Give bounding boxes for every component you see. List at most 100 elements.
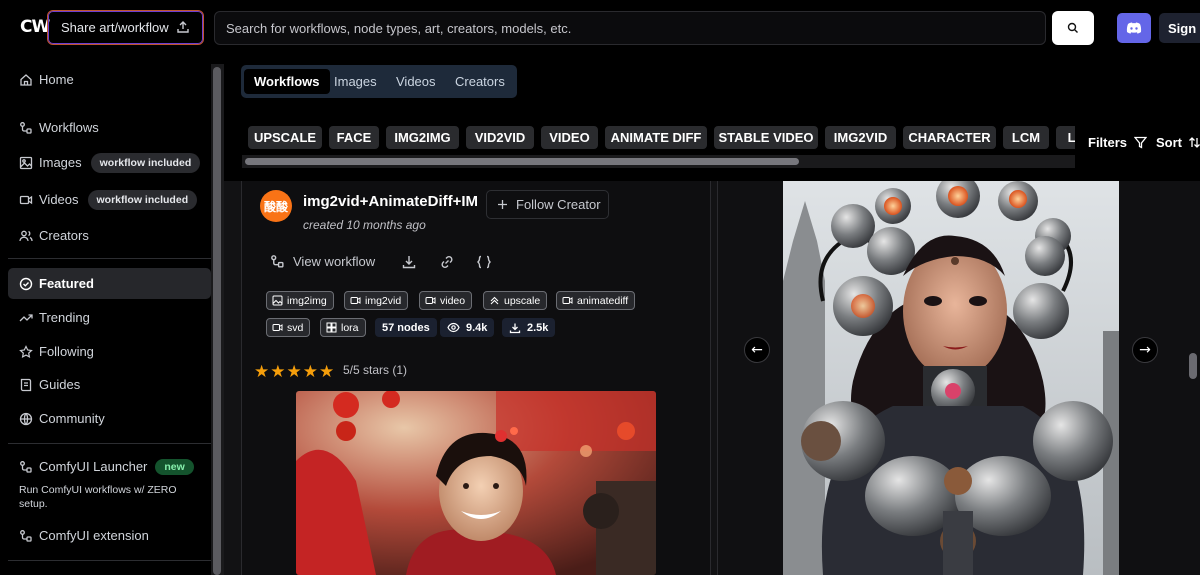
arrow-left-icon: ← [751,342,763,358]
search-input[interactable]: Search for workflows, node types, art, c… [214,11,1046,45]
sidebar-item-label: ComfyUI extension [39,528,149,543]
featured-image[interactable] [783,181,1119,575]
video-icon [350,297,361,304]
sidebar-item-label: Following [39,344,94,359]
sort-button[interactable]: Sort [1156,135,1200,150]
sidebar-item-featured[interactable]: Featured [8,268,211,299]
next-arrow-button[interactable]: → [1132,337,1158,363]
star-icon: ★ [254,362,270,382]
sign-in-button[interactable]: Sign In [1159,13,1200,43]
chip-upscale[interactable]: UPSCALE [248,126,322,149]
sidebar-divider [8,560,211,561]
logo[interactable]: CW [20,17,50,37]
chip-animate-diff[interactable]: ANIMATE DIFF [605,126,707,149]
share-label: Share art/workflow [61,20,169,35]
follow-creator-button[interactable]: Follow Creator [486,190,609,219]
sidebar-item-home[interactable]: Home [8,64,211,95]
home-icon [20,73,32,86]
sidebar-item-videos[interactable]: Videos workflow included [8,184,211,215]
sidebar-item-label: Videos [39,192,79,207]
download-count: 2.5k [527,321,549,334]
new-badge: new [155,458,194,475]
workflow-included-badge: workflow included [90,152,201,173]
top-bar: CW Share art/workflow Search for workflo… [0,0,1200,56]
launcher-icon [20,460,32,473]
sidebar-item-workflows[interactable]: Workflows [8,112,211,143]
tag-label: lora [341,321,359,334]
sidebar-item-label: Home [39,72,74,87]
search-button[interactable] [1052,11,1094,45]
tag-animatediff[interactable]: animatediff [556,291,636,310]
category-chips: UPSCALE FACE IMG2IMG VID2VID VIDEO ANIMA… [241,118,1075,178]
node-count-badge: 57 nodes [375,318,437,337]
page-scrollbar-thumb[interactable] [1189,353,1197,379]
sidebar-scrollbar-thumb[interactable] [213,67,221,575]
filters-button[interactable]: Filters [1088,135,1148,150]
upload-icon [177,21,189,33]
video-icon [272,324,283,331]
workflow-title[interactable]: img2vid+AnimateDiff+IM [303,193,478,210]
globe-icon [19,412,33,425]
chip-vid2vid[interactable]: VID2VID [466,126,534,149]
tag-label: animatediff [577,294,629,307]
share-workflow-button[interactable]: Share art/workflow [47,10,204,45]
chips-scrollbar-thumb[interactable] [245,158,799,165]
filter-icon [1134,136,1148,149]
search-icon [1067,22,1078,33]
code-braces-icon[interactable] [476,254,492,270]
tab-workflows[interactable]: Workflows [244,69,330,94]
video-icon [19,195,33,204]
discord-button[interactable] [1117,13,1151,43]
sidebar-item-following[interactable]: Following [8,336,211,367]
tag-svd[interactable]: svd [266,318,311,337]
tag-video[interactable]: video [419,291,473,310]
tab-images[interactable]: Images [324,69,387,94]
star-icon: ★ [302,362,318,382]
chip-face[interactable]: FACE [329,126,379,149]
chip-img2img[interactable]: IMG2IMG [386,126,459,149]
launcher-description: Run ComfyUI workflows w/ ZERO setup. [19,484,177,510]
tag-img2img[interactable]: img2img [266,291,334,310]
tag-label: img2img [287,294,327,307]
tag-label: upscale [504,294,541,307]
follow-label: Follow Creator [516,197,601,212]
sidebar-item-label: Featured [39,276,94,291]
view-workflow-label: View workflow [293,254,376,269]
avatar[interactable]: 酸酸 [260,190,292,222]
trending-icon [19,313,33,321]
download-icon [509,323,521,333]
sidebar-item-images[interactable]: Images workflow included [8,147,211,178]
lora-icon [326,322,337,333]
node-count: 57 nodes [382,321,430,334]
chip-character[interactable]: CHARACTER [903,126,996,149]
workflow-preview-image[interactable] [296,391,656,575]
sidebar-item-guides[interactable]: Guides [8,369,211,400]
link-icon[interactable] [439,254,455,270]
chip-video[interactable]: VIDEO [541,126,598,149]
sidebar-item-community[interactable]: Community [8,403,211,434]
view-workflow-button[interactable]: View workflow [270,254,375,269]
sidebar-divider [8,443,211,444]
image-icon [19,156,33,169]
tab-videos[interactable]: Videos [386,69,446,94]
sidebar-item-creators[interactable]: Creators [8,220,211,251]
sidebar-item-launcher[interactable]: ComfyUI Launcher new [8,451,211,482]
chip-img2vid[interactable]: IMG2VID [825,126,896,149]
sidebar-item-label: Community [39,411,105,426]
tag-upscale[interactable]: upscale [483,291,548,310]
sidebar-item-label: ComfyUI Launcher [39,459,148,474]
chip-lora[interactable]: LORA [1056,126,1075,149]
tab-creators[interactable]: Creators [445,69,515,94]
previous-arrow-button[interactable]: ← [744,337,770,363]
arrow-right-icon: → [1139,342,1151,358]
tag-lora[interactable]: lora [320,318,366,337]
tag-img2vid[interactable]: img2vid [344,291,409,310]
download-icon[interactable] [401,254,417,270]
users-icon [19,230,33,241]
sidebar-item-label: Trending [39,310,90,325]
extension-icon [20,529,32,542]
sidebar-item-trending[interactable]: Trending [8,302,211,333]
chip-lcm[interactable]: LCM [1003,126,1049,149]
sidebar-item-extension[interactable]: ComfyUI extension [8,520,211,551]
chip-stable-video[interactable]: STABLE VIDEO [714,126,818,149]
